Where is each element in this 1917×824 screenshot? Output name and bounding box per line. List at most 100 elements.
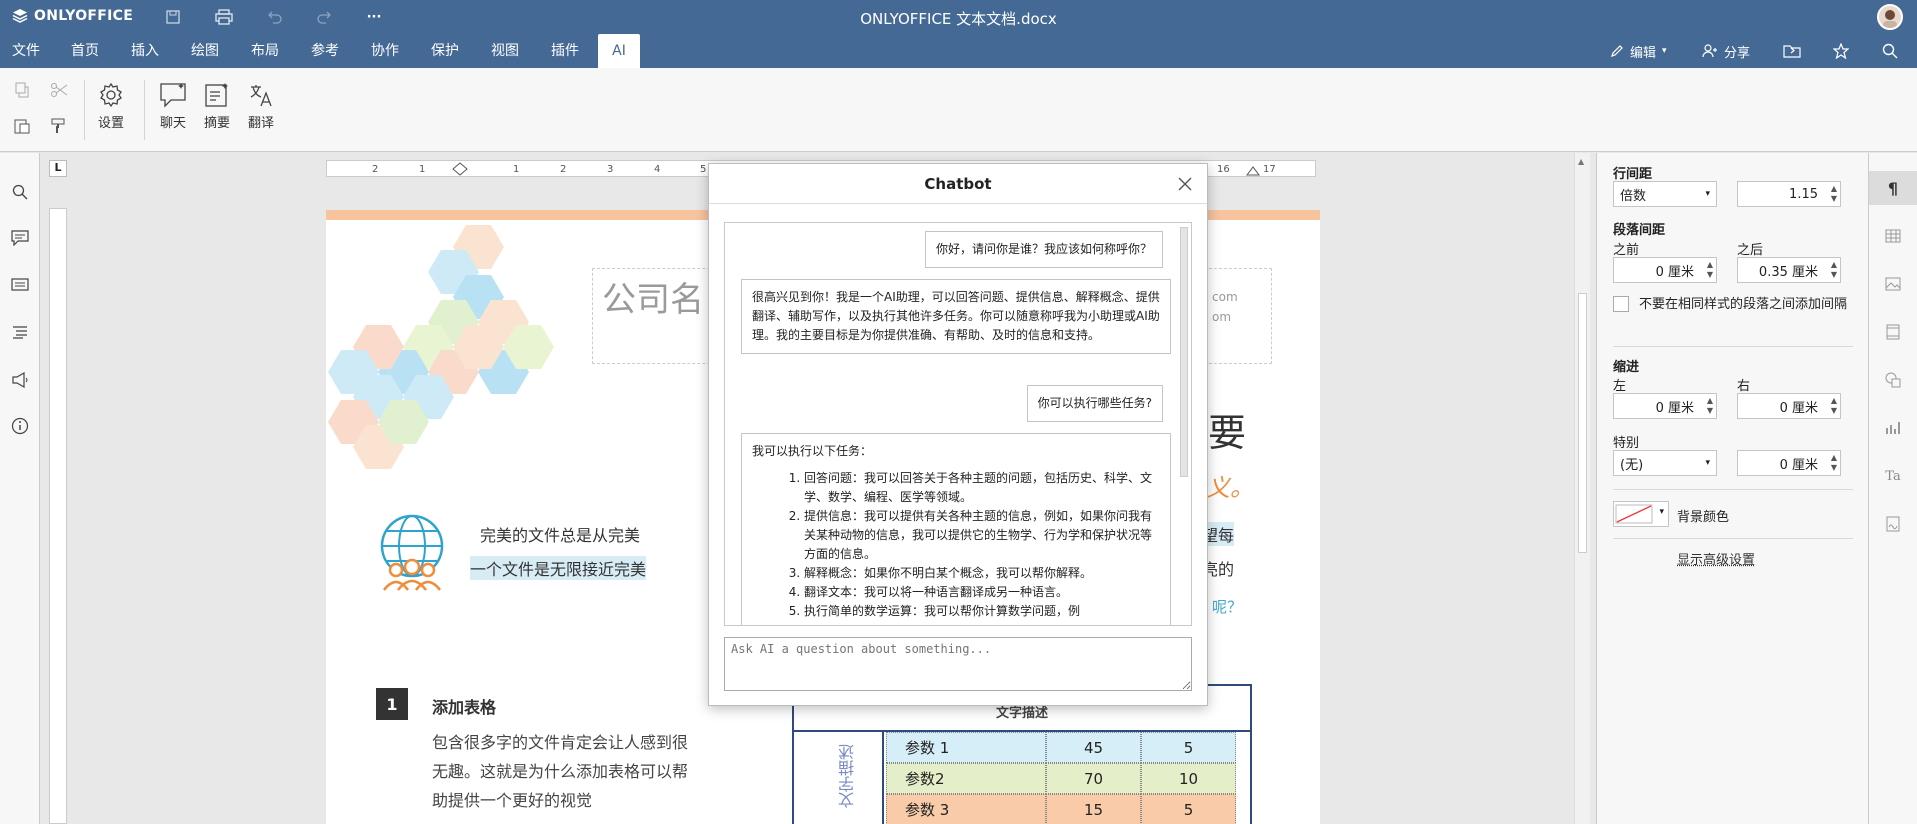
- feedback-megaphone-icon[interactable]: [9, 369, 31, 391]
- open-location-icon[interactable]: [1783, 34, 1801, 68]
- chart-settings-icon[interactable]: [1882, 417, 1904, 439]
- user-message: 你可以执行哪些任务?: [1026, 385, 1163, 422]
- shape-settings-icon[interactable]: [1882, 369, 1904, 391]
- divider: [1613, 489, 1853, 490]
- chat-icon[interactable]: [9, 275, 31, 297]
- indent-left-value: 0 厘米: [1655, 400, 1694, 416]
- search-icon[interactable]: [1882, 34, 1898, 68]
- share-button[interactable]: 分享: [1702, 34, 1750, 68]
- list-item: 回答问题：我可以回答关于各种主题的问题，包括历史、科学、文学、数学、编程、医学等…: [804, 469, 1160, 507]
- user-avatar[interactable]: [1877, 4, 1903, 30]
- settings-button[interactable]: 设置: [98, 82, 124, 131]
- table-cell-label: 参数 1: [886, 732, 1046, 763]
- print-icon[interactable]: [213, 6, 235, 28]
- special-indent-select[interactable]: (无) ▾: [1613, 450, 1717, 476]
- spacing-after-input[interactable]: 0.35 厘米 ▲ ▼: [1737, 257, 1841, 283]
- no-space-same-style-label: 不要在相同样式的段落之间添加间隔: [1639, 297, 1848, 312]
- signature-settings-icon[interactable]: [1882, 513, 1904, 535]
- section-title: 添加表格: [432, 698, 497, 717]
- body-line-2: 一个文件是无限接近完美: [470, 556, 647, 580]
- line-spacing-mode-select[interactable]: 倍数 ▾: [1613, 181, 1717, 207]
- tab-plugins[interactable]: 插件: [545, 34, 585, 68]
- table-settings-icon[interactable]: [1882, 225, 1904, 247]
- cut-icon[interactable]: [50, 82, 68, 102]
- ruler-tick-label: 1: [419, 164, 425, 175]
- scroll-up-icon[interactable]: ▲: [1578, 157, 1584, 166]
- tab-layout[interactable]: 布局: [245, 34, 285, 68]
- tab-home[interactable]: 首页: [65, 34, 105, 68]
- list-item: 翻译文本：我可以将一种语言翻译成另一种语言。: [804, 583, 1160, 602]
- email-fragment: com: [1212, 290, 1238, 304]
- translate-button[interactable]: 翻译: [248, 82, 274, 131]
- spinner-icon[interactable]: ▲ ▼: [1831, 260, 1837, 280]
- no-space-same-style-checkbox[interactable]: [1613, 296, 1629, 312]
- assistant-message-intro: 我可以执行以下任务：: [752, 444, 873, 458]
- right-icon-strip: ¶ Ta: [1868, 153, 1917, 824]
- scroll-thumb[interactable]: [1578, 293, 1587, 553]
- chevron-down-icon: ▾: [1705, 458, 1710, 468]
- tab-references[interactable]: 参考: [305, 34, 345, 68]
- tab-draw[interactable]: 绘图: [185, 34, 225, 68]
- table-row: 参数 1 45 5: [886, 732, 1236, 763]
- chat-message-list[interactable]: 你好，请问你是谁？我应该如何称呼你？ 很高兴见到你！我是一个AI助理，可以回答问…: [724, 222, 1192, 626]
- chat-button[interactable]: 聊天: [159, 82, 187, 131]
- copy-icon[interactable]: [14, 82, 30, 102]
- question-fragment: 呢？: [1212, 598, 1243, 616]
- separator: [84, 80, 85, 140]
- edit-mode-button[interactable]: 编辑 ▾: [1610, 34, 1667, 68]
- ruler-tick-label: 3: [607, 164, 613, 175]
- comments-icon[interactable]: [9, 227, 31, 249]
- paragraph-spacing-heading: 段落间距: [1613, 223, 1666, 238]
- title-bar: ONLYOFFICE ··· ONLYOFFICE 文本文档.docx: [0, 0, 1917, 34]
- undo-icon[interactable]: [264, 6, 286, 28]
- tab-file[interactable]: 文件: [6, 34, 46, 68]
- paste-icon[interactable]: [14, 118, 30, 138]
- redo-icon[interactable]: [313, 6, 335, 28]
- find-icon[interactable]: [9, 181, 31, 203]
- tab-protect[interactable]: 保护: [425, 34, 465, 68]
- chat-scrollbar[interactable]: [1180, 227, 1188, 477]
- header-footer-icon[interactable]: [1882, 321, 1904, 343]
- paragraph-settings-icon[interactable]: ¶: [1882, 177, 1904, 199]
- spacing-before-input[interactable]: 0 厘米 ▲ ▼: [1613, 257, 1717, 283]
- section-paragraph: 包含很多字的文件肯定会让人感到很无趣。这就是为什么添加表格可以帮助提供一个更好的…: [432, 733, 689, 810]
- about-info-icon[interactable]: [9, 415, 31, 437]
- indent-left-input[interactable]: 0 厘米 ▲ ▼: [1613, 393, 1717, 419]
- vertical-ruler[interactable]: [49, 208, 67, 824]
- separator: [144, 80, 145, 140]
- spinner-icon[interactable]: ▲ ▼: [1707, 396, 1713, 416]
- format-painter-icon[interactable]: [50, 118, 66, 138]
- after-label: 之后: [1737, 243, 1764, 258]
- tab-insert[interactable]: 插入: [125, 34, 165, 68]
- tab-stop-selector[interactable]: L: [49, 160, 67, 177]
- spinner-icon[interactable]: ▲ ▼: [1707, 260, 1713, 280]
- advanced-settings-link[interactable]: 显示高级设置: [1677, 549, 1755, 568]
- image-settings-icon[interactable]: [1882, 273, 1904, 295]
- line-spacing-mode-value: 倍数: [1620, 188, 1647, 204]
- tab-view[interactable]: 视图: [485, 34, 525, 68]
- spinner-icon[interactable]: ▲ ▼: [1831, 396, 1837, 416]
- background-color-picker[interactable]: ▾: [1613, 501, 1669, 527]
- close-icon[interactable]: [1175, 174, 1195, 194]
- line-spacing-value-input[interactable]: 1.15 ▲ ▼: [1737, 181, 1841, 207]
- save-icon[interactable]: [162, 6, 184, 28]
- spinner-icon[interactable]: ▲ ▼: [1831, 453, 1837, 473]
- assistant-message: 我可以执行以下任务： 回答问题：我可以回答关于各种主题的问题，包括历史、科学、文…: [741, 433, 1171, 625]
- no-color-swatch-icon: [1615, 504, 1653, 524]
- text-art-icon[interactable]: Ta: [1882, 465, 1904, 487]
- indent-right-input[interactable]: 0 厘米 ▲ ▼: [1737, 393, 1841, 419]
- spinner-icon[interactable]: ▲ ▼: [1831, 184, 1837, 204]
- chat-input[interactable]: [724, 637, 1192, 691]
- document-scrollbar[interactable]: ▲: [1574, 153, 1590, 824]
- more-icon[interactable]: ···: [363, 6, 385, 28]
- summary-label: 摘要: [204, 116, 231, 131]
- share-label: 分享: [1724, 45, 1751, 61]
- navigation-icon[interactable]: [9, 321, 31, 343]
- gear-icon: [100, 82, 122, 108]
- favorite-star-icon[interactable]: [1833, 34, 1849, 68]
- tab-collaborate[interactable]: 协作: [365, 34, 405, 68]
- tab-ai[interactable]: AI: [598, 34, 640, 68]
- summary-button[interactable]: 摘要: [204, 82, 230, 131]
- indent-left-label: 左: [1613, 379, 1627, 394]
- special-indent-input[interactable]: 0 厘米 ▲ ▼: [1737, 450, 1841, 476]
